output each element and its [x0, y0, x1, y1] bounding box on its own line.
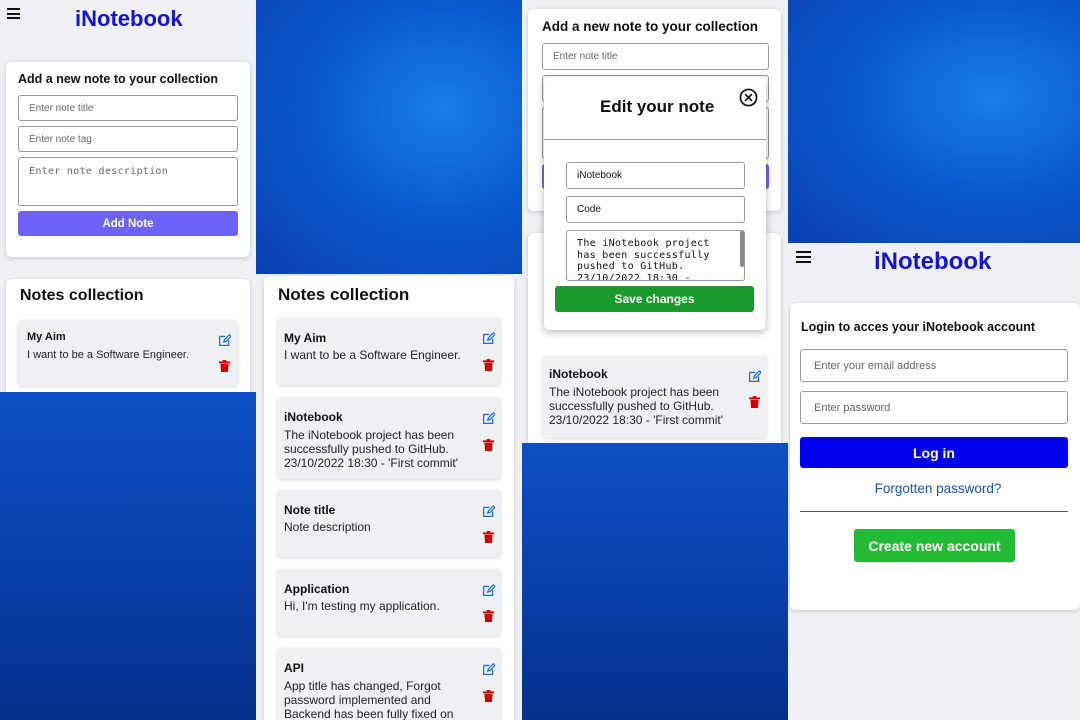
edit-description-input[interactable]: The iNotebook project has been successfu…	[566, 230, 745, 281]
brand-title[interactable]: iNotebook	[75, 6, 183, 32]
trash-icon[interactable]	[483, 610, 494, 622]
note-title: Application	[284, 582, 350, 596]
edit-icon[interactable]	[482, 332, 495, 345]
add-note-button[interactable]: Add Note	[18, 211, 238, 236]
screen-login: iNotebook Login to acces your iNotebook …	[788, 243, 1080, 720]
note-title: API	[284, 661, 305, 675]
add-note-heading: Add a new note to your collection	[542, 19, 759, 34]
hamburger-icon[interactable]	[7, 8, 20, 19]
edit-icon[interactable]	[482, 584, 495, 597]
note-item: Application Hi, I'm testing my applicati…	[277, 569, 501, 636]
login-card: Login to acces your iNotebook account En…	[790, 303, 1080, 610]
note-item: iNotebook The iNotebook project has been…	[277, 397, 501, 479]
background-bottom-left	[0, 392, 256, 720]
note-description: The iNotebook project has been successfu…	[549, 385, 723, 427]
note-item: My Aim I want to be a Software Engineer.	[277, 318, 501, 385]
note-title: Note title	[284, 503, 336, 517]
screen-notes-list: Notes collection My Aim I want to be a S…	[256, 274, 522, 720]
note-description-input[interactable]: Enter note description	[18, 157, 238, 206]
notes-heading: Notes collection	[20, 287, 144, 304]
textarea-scrollbar[interactable]	[740, 231, 744, 267]
notes-heading: Notes collection	[278, 285, 410, 304]
trash-icon[interactable]	[483, 531, 494, 543]
note-title-input[interactable]: Enter note title	[18, 95, 238, 121]
login-button[interactable]: Log in	[800, 437, 1068, 468]
background-bottom-middle	[522, 443, 788, 720]
note-title-input[interactable]: Enter note title	[542, 43, 769, 70]
note-item: API App title has changed, Forgot passwo…	[277, 648, 501, 720]
edit-note-heading: Edit your note	[600, 97, 715, 116]
edit-icon[interactable]	[748, 370, 761, 383]
note-description: The iNotebook project has been successfu…	[284, 428, 458, 470]
edit-icon[interactable]	[482, 505, 495, 518]
trash-icon[interactable]	[483, 690, 494, 702]
email-field[interactable]: Enter your email address	[800, 349, 1068, 382]
edit-note-modal: Edit your note iNotebook Code The iNoteb…	[544, 77, 766, 330]
edit-icon[interactable]	[482, 663, 495, 676]
notes-collection-card: Notes collection My Aim I want to be a S…	[264, 276, 514, 720]
note-title: My Aim	[27, 331, 66, 343]
edit-tag-input[interactable]: Code	[566, 196, 745, 223]
note-description: App title has changed, Forgot password i…	[284, 679, 454, 720]
screen-edit-note: Add a new note to your collection Enter …	[522, 0, 788, 443]
forgot-password-link[interactable]: Forgotten password?	[790, 481, 1080, 496]
note-title: iNotebook	[284, 410, 343, 424]
trash-icon[interactable]	[749, 396, 760, 408]
trash-icon[interactable]	[483, 439, 494, 451]
note-tag-input[interactable]: Enter note tag	[18, 126, 238, 152]
note-item: Note title Note description	[277, 490, 501, 557]
note-description: I want to be a Software Engineer.	[284, 348, 461, 362]
note-title: iNotebook	[549, 367, 608, 381]
note-description: I want to be a Software Engineer.	[27, 349, 190, 361]
note-description: Hi, I'm testing my application.	[284, 599, 440, 613]
password-field[interactable]: Enter password	[800, 391, 1068, 424]
note-item: iNotebook The iNotebook project has been…	[542, 356, 767, 438]
background-top-right	[788, 0, 1080, 243]
background-top-middle	[256, 0, 522, 274]
edit-title-input[interactable]: iNotebook	[566, 162, 745, 189]
modal-divider	[544, 139, 766, 140]
hamburger-icon[interactable]	[796, 251, 811, 263]
save-changes-button[interactable]: Save changes	[555, 286, 754, 312]
add-note-card: Add a new note to your collection Enter …	[6, 62, 250, 257]
screen-add-note: iNotebook Add a new note to your collect…	[0, 0, 256, 392]
edit-icon[interactable]	[482, 412, 495, 425]
notes-collection-card: Notes collection My Aim I want to be a S…	[6, 279, 250, 392]
note-title: My Aim	[284, 331, 327, 345]
trash-icon[interactable]	[219, 360, 230, 372]
trash-icon[interactable]	[483, 359, 494, 371]
note-item: My Aim I want to be a Software Engineer.	[18, 320, 238, 386]
add-note-heading: Add a new note to your collection	[18, 72, 219, 86]
divider	[800, 511, 1068, 512]
edit-icon[interactable]	[218, 334, 231, 347]
login-heading: Login to acces your iNotebook account	[801, 320, 1036, 334]
create-account-button[interactable]: Create new account	[854, 529, 1015, 562]
brand-title[interactable]: iNotebook	[874, 248, 991, 276]
close-circle-icon[interactable]	[739, 88, 758, 107]
note-description: Note description	[284, 520, 371, 534]
